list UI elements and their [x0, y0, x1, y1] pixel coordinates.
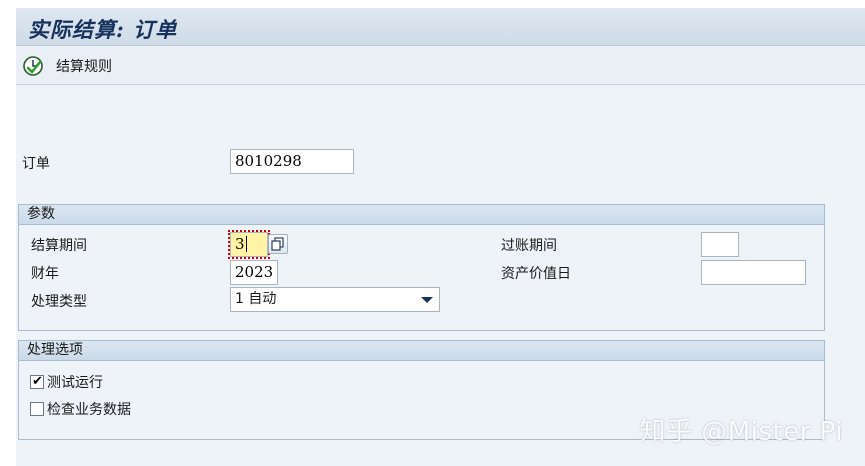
processing-type-label: 处理类型: [31, 294, 87, 310]
check-business-data-option[interactable]: 检查业务数据: [30, 399, 131, 419]
checkmark-icon: ✔: [32, 374, 43, 389]
asset-value-date-field[interactable]: [701, 260, 806, 285]
settlement-period-field[interactable]: 3: [228, 230, 270, 259]
text-caret: [245, 236, 247, 252]
fiscal-year-field[interactable]: 2023: [230, 260, 278, 285]
parameters-heading: 参数: [19, 205, 824, 225]
order-label: 订单: [22, 156, 50, 172]
order-field[interactable]: 8010298: [230, 149, 354, 174]
settlement-period-label: 结算期间: [31, 238, 87, 254]
settlement-rule-button[interactable]: 结算规则: [22, 54, 112, 78]
page-title: 实际结算: 订单: [28, 17, 178, 42]
test-run-option[interactable]: ✔ 测试运行: [30, 372, 103, 392]
check-business-data-label: 检查业务数据: [47, 402, 131, 418]
test-run-checkbox[interactable]: ✔: [30, 374, 44, 389]
processing-options-heading: 处理选项: [19, 341, 824, 361]
application-toolbar: 结算规则: [16, 47, 865, 85]
title-bar: 实际结算: 订单: [16, 8, 865, 46]
fiscal-year-label: 财年: [31, 266, 59, 282]
watermark: 知乎 @Mister Pi: [639, 417, 843, 447]
processing-type-select[interactable]: 1 自动: [230, 287, 440, 312]
settlement-period-value: 3: [235, 235, 245, 253]
copy-icon: [269, 237, 287, 257]
value-help-button[interactable]: [268, 234, 288, 254]
parameters-group: 参数 结算期间 3 财年 2023 处理类型 1 自动 过账期间 资产价值日: [18, 204, 825, 331]
sap-window: 实际结算: 订单 结算规则 订单 8010298 参数 结算期间 3 财年 20…: [16, 8, 865, 466]
clock-check-icon: [22, 55, 44, 77]
posting-period-field[interactable]: [701, 232, 739, 257]
asset-value-date-label: 资产价值日: [501, 266, 571, 282]
posting-period-label: 过账期间: [501, 238, 557, 254]
test-run-label: 测试运行: [47, 375, 103, 391]
dropdown-arrow-icon: [421, 297, 433, 303]
check-business-data-checkbox[interactable]: [30, 402, 44, 416]
processing-type-value: 1 自动: [235, 291, 277, 307]
settlement-rule-label: 结算规则: [56, 59, 112, 75]
